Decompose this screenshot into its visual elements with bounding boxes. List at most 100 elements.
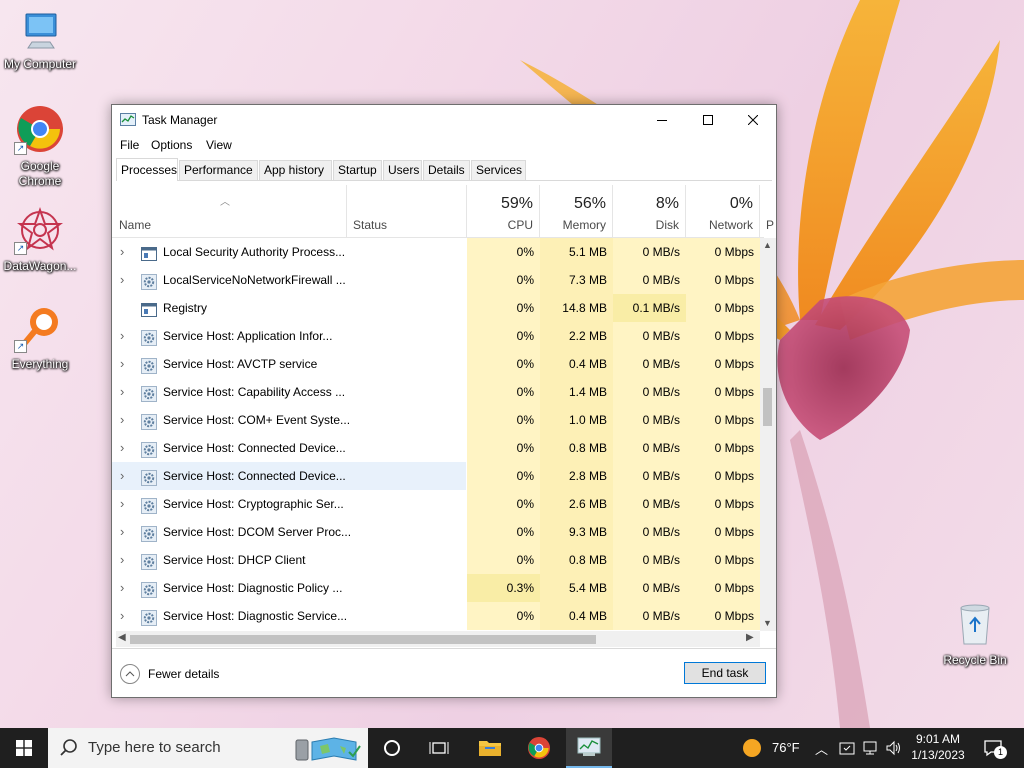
column-cpu[interactable]: 59% CPU <box>467 185 540 237</box>
network-tray-button[interactable] <box>861 728 879 768</box>
table-row[interactable]: › Local Security Authority Process... 0% 5.… <box>112 238 760 266</box>
expand-chevron-icon[interactable]: › <box>120 546 132 574</box>
task-view-button[interactable] <box>419 728 459 768</box>
tab-app-history[interactable]: App history <box>259 160 332 180</box>
table-row[interactable]: › Service Host: Cryptographic Ser... 0% 2.6… <box>112 490 760 518</box>
scroll-right-icon[interactable]: ▶ <box>746 632 754 643</box>
desktop-icon-recycle-bin[interactable]: Recycle Bin <box>935 600 1015 668</box>
scroll-up-icon[interactable]: ▲ <box>763 240 772 250</box>
expand-chevron-icon[interactable]: › <box>120 490 132 518</box>
menu-view[interactable]: View <box>206 138 232 152</box>
chrome-taskbar-button[interactable] <box>519 728 559 768</box>
tab-users[interactable]: Users <box>383 160 422 180</box>
column-memory[interactable]: 56% Memory <box>540 185 613 237</box>
chevron-up-icon[interactable]: ︿ <box>815 739 828 758</box>
table-row[interactable]: › Service Host: Diagnostic Service... 0% 0.… <box>112 602 760 630</box>
process-name-cell[interactable]: › Service Host: Capability Access ... <box>112 378 466 406</box>
tab-performance[interactable]: Performance <box>179 160 258 180</box>
table-row[interactable]: › Service Host: Diagnostic Policy ... 0.3%… <box>112 574 760 602</box>
process-name-cell[interactable]: › Service Host: Cryptographic Ser... <box>112 490 466 518</box>
process-name-cell[interactable]: › Local Security Authority Process... <box>112 238 466 266</box>
process-name-cell[interactable]: › Service Host: Connected Device... <box>112 434 466 462</box>
process-name-cell[interactable]: › LocalServiceNoNetworkFirewall ... <box>112 266 466 294</box>
expand-chevron-icon[interactable]: › <box>120 322 132 350</box>
expand-chevron-icon[interactable]: › <box>120 518 132 546</box>
cpu-cell: 0% <box>467 266 540 294</box>
vertical-scroll-thumb[interactable] <box>763 388 772 426</box>
process-name-cell[interactable]: Registry <box>112 294 466 322</box>
process-name-cell[interactable]: › Service Host: DCOM Server Proc... <box>112 518 466 546</box>
table-row[interactable]: › Service Host: DCOM Server Proc... 0% 9.3 … <box>112 518 760 546</box>
desktop-icon-my-computer[interactable]: My Computer <box>0 8 80 72</box>
cpu-cell: 0% <box>467 462 540 490</box>
expand-chevron-icon[interactable]: › <box>120 462 132 490</box>
expand-chevron-icon[interactable]: › <box>120 574 132 602</box>
expand-chevron-icon[interactable]: › <box>120 602 132 630</box>
expand-chevron-icon[interactable]: › <box>120 378 132 406</box>
scroll-left-icon[interactable]: ◀ <box>118 632 126 643</box>
weather-temperature[interactable]: 76°F <box>772 740 800 755</box>
column-network[interactable]: 0% Network <box>686 185 760 237</box>
weather-widget[interactable] <box>740 728 764 768</box>
desktop-icon-datawagon[interactable]: ↗ DataWagon... <box>0 206 80 274</box>
process-name-cell[interactable]: › Service Host: DHCP Client <box>112 546 466 574</box>
action-center-button[interactable]: 1 <box>978 728 1008 768</box>
table-row[interactable]: › Service Host: Connected Device... 0% 2.8 … <box>112 462 760 490</box>
end-task-button[interactable]: End task <box>684 662 766 684</box>
process-name-cell[interactable]: › Service Host: Diagnostic Policy ... <box>112 574 466 602</box>
scroll-down-icon[interactable]: ▼ <box>763 618 772 628</box>
defender-shield-icon <box>839 742 855 755</box>
cortana-button[interactable] <box>372 728 412 768</box>
column-disk[interactable]: 8% Disk <box>613 185 686 237</box>
table-row[interactable]: › Service Host: Application Infor... 0% 2.2… <box>112 322 760 350</box>
expand-chevron-icon[interactable]: › <box>120 406 132 434</box>
process-name: Service Host: AVCTP service <box>163 357 318 371</box>
expand-chevron-icon[interactable]: › <box>120 434 132 462</box>
tab-services[interactable]: Services <box>471 160 526 180</box>
vertical-scrollbar[interactable]: ▲ ▼ <box>760 238 776 631</box>
title-bar[interactable]: Task Manager <box>112 105 776 135</box>
close-icon <box>748 115 758 125</box>
minimize-button[interactable] <box>639 105 685 135</box>
process-name-cell[interactable]: › Service Host: Connected Device... <box>112 462 466 490</box>
table-row[interactable]: › Service Host: Capability Access ... 0% 1.… <box>112 378 760 406</box>
tab-details[interactable]: Details <box>423 160 470 180</box>
column-power-partial[interactable]: P <box>760 185 774 237</box>
cpu-cell: 0% <box>467 406 540 434</box>
table-row[interactable]: › Service Host: AVCTP service 0% 0.4 MB 0 MB… <box>112 350 760 378</box>
table-row[interactable]: Registry 0% 14.8 MB 0.1 MB/s 0 Mbps <box>112 294 760 322</box>
maximize-button[interactable] <box>685 105 731 135</box>
task-manager-icon <box>120 113 136 130</box>
table-row[interactable]: › Service Host: DHCP Client 0% 0.8 MB 0 MB/s… <box>112 546 760 574</box>
horizontal-scrollbar[interactable]: ◀ ▶ <box>116 631 760 647</box>
tab-startup[interactable]: Startup <box>333 160 382 180</box>
file-explorer-button[interactable] <box>470 728 510 768</box>
tab-processes[interactable]: Processes <box>116 158 178 181</box>
table-row[interactable]: › Service Host: Connected Device... 0% 0.8 … <box>112 434 760 462</box>
process-name-cell[interactable]: › Service Host: Diagnostic Service... <box>112 602 466 630</box>
column-name[interactable]: Name <box>112 185 347 237</box>
expand-chevron-icon[interactable]: › <box>120 238 132 266</box>
volume-tray-button[interactable] <box>884 728 904 768</box>
menu-options[interactable]: Options <box>151 138 192 152</box>
fewer-details-toggle[interactable]: Fewer details <box>120 664 219 684</box>
process-name-cell[interactable]: › Service Host: Application Infor... <box>112 322 466 350</box>
clock[interactable]: 9:01 AM 1/13/2023 <box>908 728 968 768</box>
taskbar-search-box[interactable]: Type here to search <box>48 728 368 768</box>
close-button[interactable] <box>730 105 776 135</box>
task-manager-taskbar-button[interactable] <box>566 728 612 768</box>
desktop-icon-google-chrome[interactable]: ↗ Google Chrome <box>0 104 80 189</box>
column-status[interactable]: Status <box>347 185 467 237</box>
expand-chevron-icon[interactable]: › <box>120 266 132 294</box>
horizontal-scroll-thumb[interactable] <box>130 635 596 644</box>
process-name: Service Host: Capability Access ... <box>163 385 346 399</box>
security-tray-button[interactable] <box>838 728 856 768</box>
expand-chevron-icon[interactable]: › <box>120 350 132 378</box>
menu-file[interactable]: File <box>120 138 139 152</box>
table-row[interactable]: › LocalServiceNoNetworkFirewall ... 0% 7.3 … <box>112 266 760 294</box>
process-name-cell[interactable]: › Service Host: AVCTP service <box>112 350 466 378</box>
table-row[interactable]: › Service Host: COM+ Event Syste... 0% 1.0 … <box>112 406 760 434</box>
process-name-cell[interactable]: › Service Host: COM+ Event Syste... <box>112 406 466 434</box>
desktop-icon-everything[interactable]: ↗ Everything <box>0 304 80 372</box>
start-button[interactable] <box>0 728 48 768</box>
